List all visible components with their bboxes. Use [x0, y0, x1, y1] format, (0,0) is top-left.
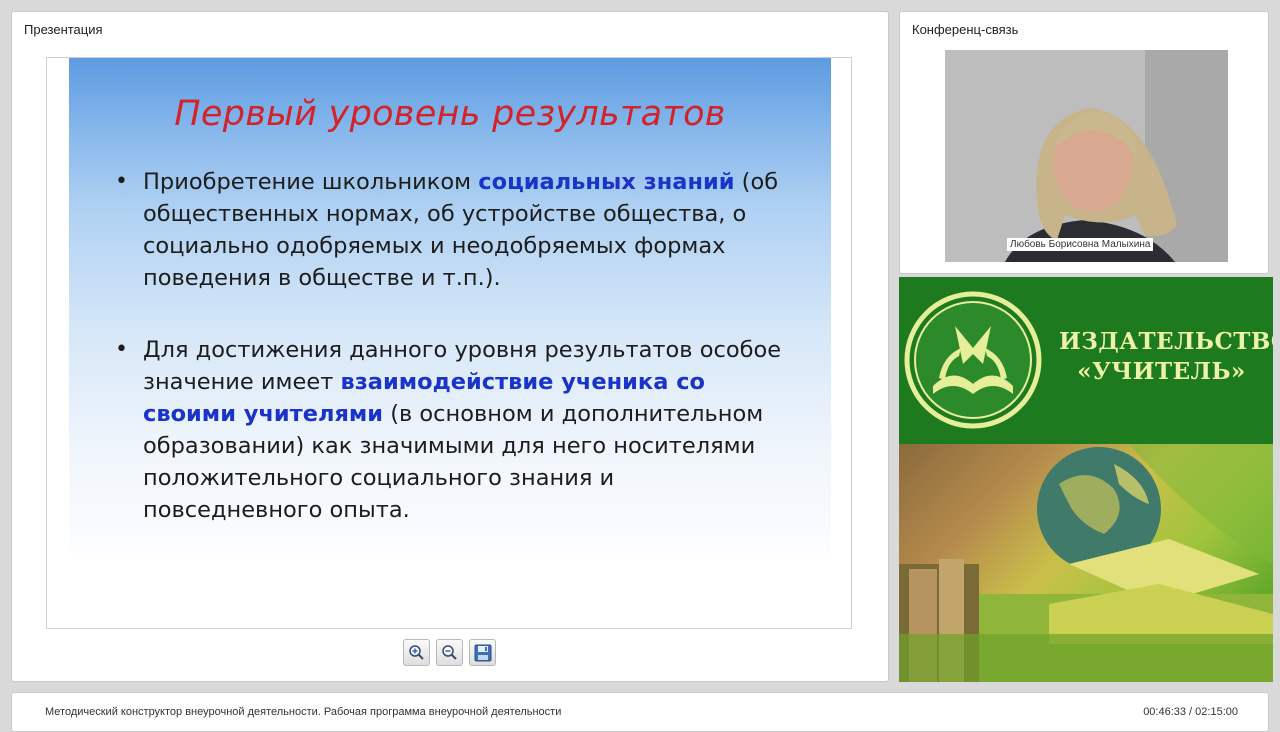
slide-bullet-text: Для достижения данного уровня результато…	[143, 337, 782, 523]
slide-bullet-text: Приобретение школьником социальных знани…	[143, 169, 779, 291]
publisher-logo-icon	[904, 291, 1042, 429]
slide: Первый уровень результатов • Приобретени…	[46, 57, 852, 629]
speaker-silhouette-icon	[945, 50, 1228, 262]
highlight-text: социальных знаний	[478, 169, 735, 195]
slide-bullet: • Для достижения данного уровня результа…	[115, 334, 795, 526]
zoom-in-button[interactable]	[403, 639, 430, 666]
books-globe-image-icon	[899, 444, 1273, 682]
floppy-disk-icon	[474, 644, 491, 661]
playback-timer: 00:46:33 / 02:15:00	[1143, 706, 1238, 718]
bullet-dot-icon: •	[115, 337, 128, 362]
zoom-out-button[interactable]	[436, 639, 463, 666]
presentation-panel: Презентация Первый уровень результатов •…	[11, 11, 889, 682]
publisher-name-line1: ИЗДАТЕЛЬСТВО	[1059, 328, 1273, 355]
footer-bar: Методический конструктор внеурочной деят…	[11, 692, 1269, 732]
slide-bullet: • Приобретение школьником социальных зна…	[115, 166, 795, 294]
publisher-name: ИЗДАТЕЛЬСТВО «УЧИТЕЛЬ»	[1059, 327, 1273, 387]
bullet-dot-icon: •	[115, 169, 128, 194]
course-title: Методический конструктор внеурочной деят…	[45, 706, 562, 718]
publisher-name-line2: «УЧИТЕЛЬ»	[1077, 358, 1246, 385]
publisher-banner-image	[899, 444, 1273, 682]
slide-title: Первый уровень результатов	[174, 94, 726, 134]
speaker-video[interactable]: Любовь Борисовна Малыхина	[945, 50, 1228, 262]
presentation-panel-title: Презентация	[24, 22, 103, 37]
speaker-name-label: Любовь Борисовна Малыхина	[1007, 238, 1154, 251]
conference-panel: Конференц-связь Любовь Борисовна Малыхин…	[899, 11, 1269, 274]
publisher-banner[interactable]: ИЗДАТЕЛЬСТВО «УЧИТЕЛЬ»	[899, 277, 1273, 682]
conference-panel-title: Конференц-связь	[912, 22, 1019, 37]
publisher-banner-header: ИЗДАТЕЛЬСТВО «УЧИТЕЛЬ»	[899, 277, 1273, 444]
slide-background: Первый уровень результатов • Приобретени…	[69, 58, 831, 553]
zoom-in-icon	[409, 645, 424, 660]
zoom-out-icon	[442, 645, 457, 660]
save-button[interactable]	[469, 639, 496, 666]
